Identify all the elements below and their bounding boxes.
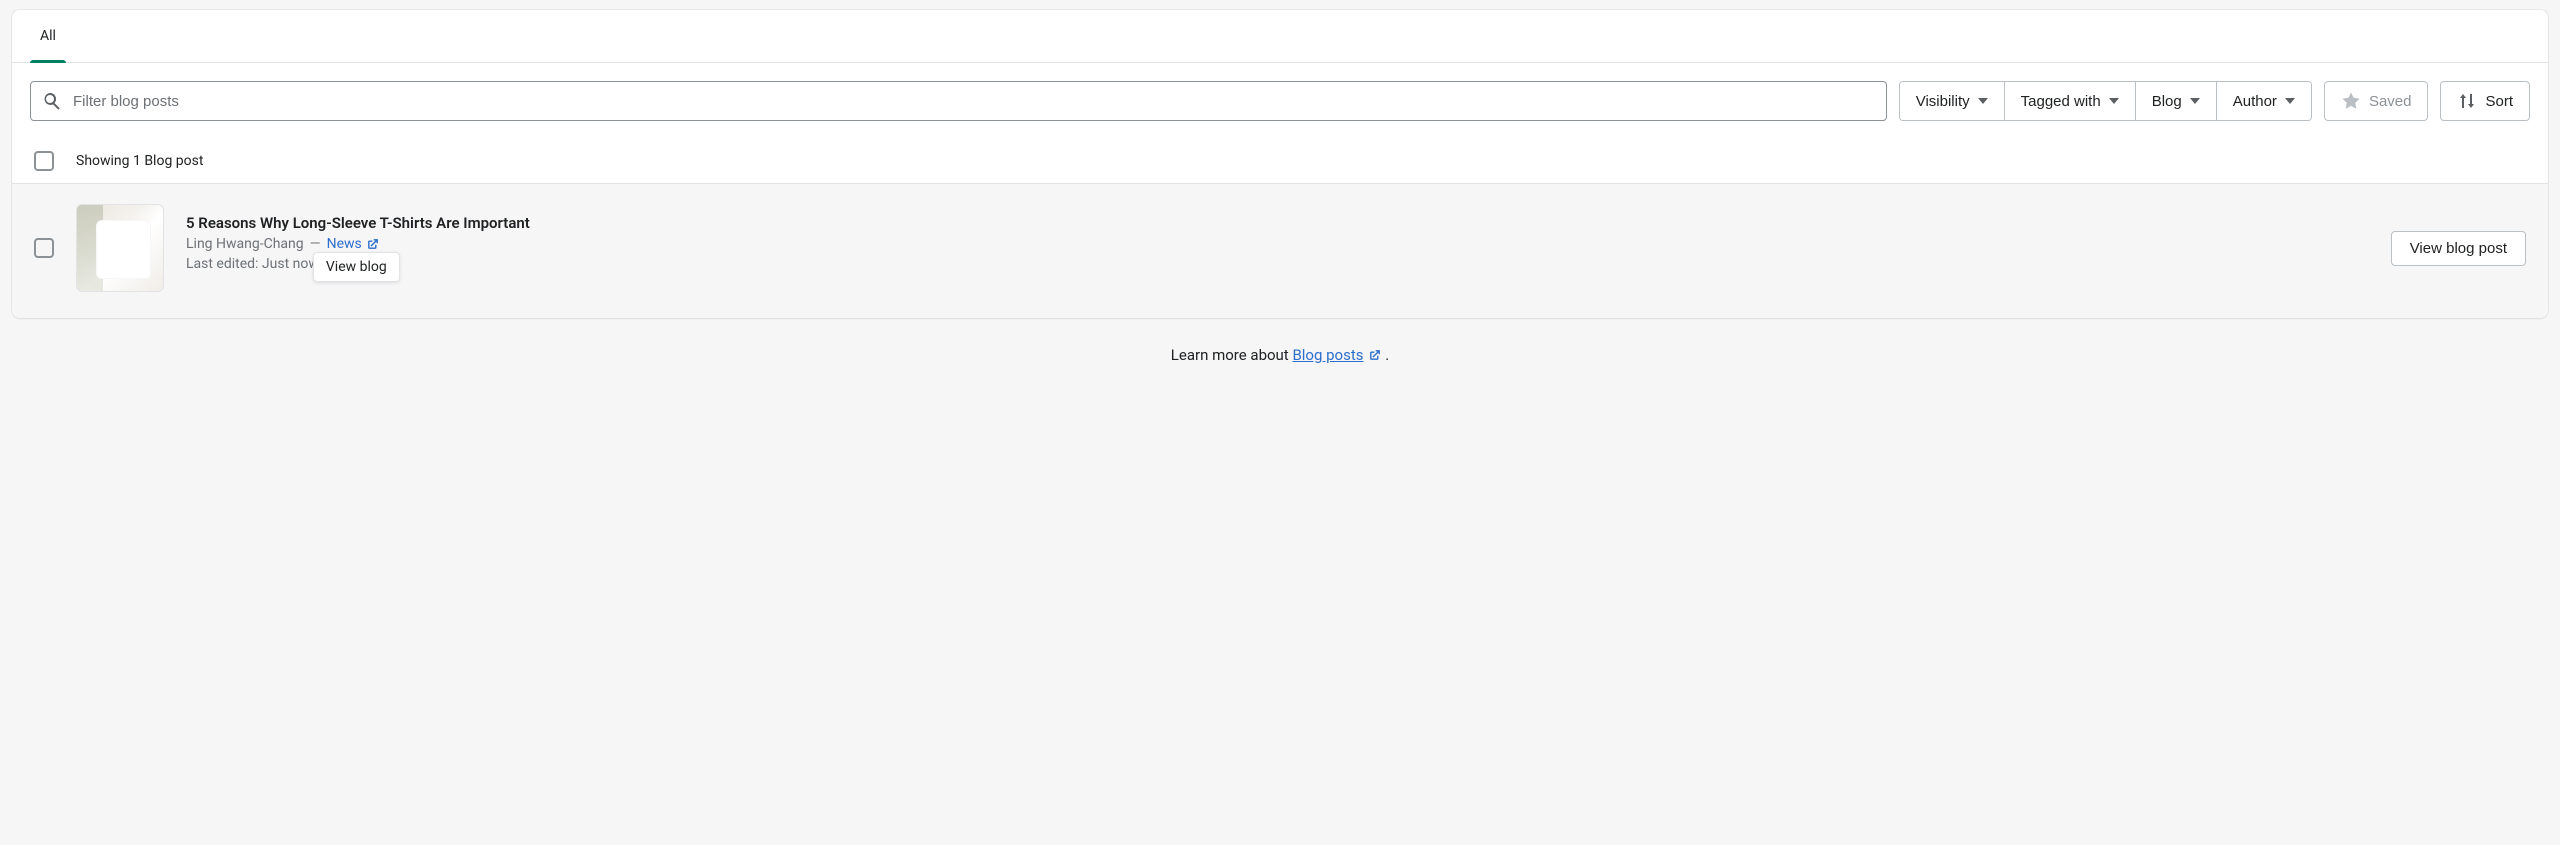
last-edited-row: Last edited: Just now View blog	[186, 256, 2369, 282]
meta-separator: —	[310, 236, 321, 252]
external-link-icon	[1368, 348, 1382, 362]
saved-button[interactable]: Saved	[2324, 81, 2429, 121]
filter-blog-label: Blog	[2152, 93, 2182, 110]
blog-name: News	[327, 236, 362, 252]
search-input[interactable]	[30, 81, 1887, 121]
filter-author-label: Author	[2233, 93, 2277, 110]
sort-label: Sort	[2485, 93, 2513, 110]
tabs-bar: All	[12, 10, 2548, 63]
tab-all[interactable]: All	[30, 10, 66, 62]
filter-group: Visibility Tagged with Blog Author	[1899, 81, 2312, 121]
view-blog-post-button[interactable]: View blog post	[2391, 231, 2526, 266]
caret-down-icon	[1978, 98, 1988, 104]
footer-suffix: .	[1385, 346, 1389, 364]
row-content: 5 Reasons Why Long-Sleeve T-Shirts Are I…	[186, 214, 2369, 282]
toolbar: Visibility Tagged with Blog Author Saved…	[12, 63, 2548, 139]
caret-down-icon	[2109, 98, 2119, 104]
footer-prefix: Learn more about	[1171, 346, 1293, 364]
star-icon	[2341, 91, 2361, 111]
external-link-icon	[366, 237, 380, 251]
blog-post-row[interactable]: 5 Reasons Why Long-Sleeve T-Shirts Are I…	[12, 183, 2548, 318]
last-edited: Last edited: Just now	[186, 256, 319, 272]
saved-label: Saved	[2369, 93, 2412, 110]
blog-link[interactable]: News	[327, 236, 380, 252]
search-icon	[42, 91, 62, 111]
footer-link[interactable]: Blog posts	[1292, 346, 1381, 364]
view-blog-tooltip: View blog	[313, 252, 400, 282]
showing-text: Showing 1 Blog post	[76, 153, 203, 169]
list-header: Showing 1 Blog post	[12, 139, 2548, 183]
filter-tagged-with[interactable]: Tagged with	[2005, 82, 2136, 120]
post-author: Ling Hwang-Chang	[186, 236, 304, 252]
select-all-checkbox[interactable]	[34, 151, 54, 171]
blog-posts-card: All Visibility Tagged with Blog Author	[12, 10, 2548, 318]
search-wrap	[30, 81, 1887, 121]
filter-visibility[interactable]: Visibility	[1900, 82, 2005, 120]
sort-icon	[2457, 91, 2477, 111]
post-meta: Ling Hwang-Chang — News	[186, 236, 2369, 252]
sort-button[interactable]: Sort	[2440, 81, 2530, 121]
post-title: 5 Reasons Why Long-Sleeve T-Shirts Are I…	[186, 214, 2369, 232]
filter-visibility-label: Visibility	[1916, 93, 1970, 110]
caret-down-icon	[2285, 98, 2295, 104]
post-thumbnail	[76, 204, 164, 292]
caret-down-icon	[2190, 98, 2200, 104]
filter-tagged-with-label: Tagged with	[2021, 93, 2101, 110]
filter-author[interactable]: Author	[2217, 82, 2311, 120]
footer-link-text: Blog posts	[1292, 346, 1363, 364]
filter-blog[interactable]: Blog	[2136, 82, 2217, 120]
row-checkbox[interactable]	[34, 238, 54, 258]
footer: Learn more about Blog posts .	[0, 318, 2560, 404]
